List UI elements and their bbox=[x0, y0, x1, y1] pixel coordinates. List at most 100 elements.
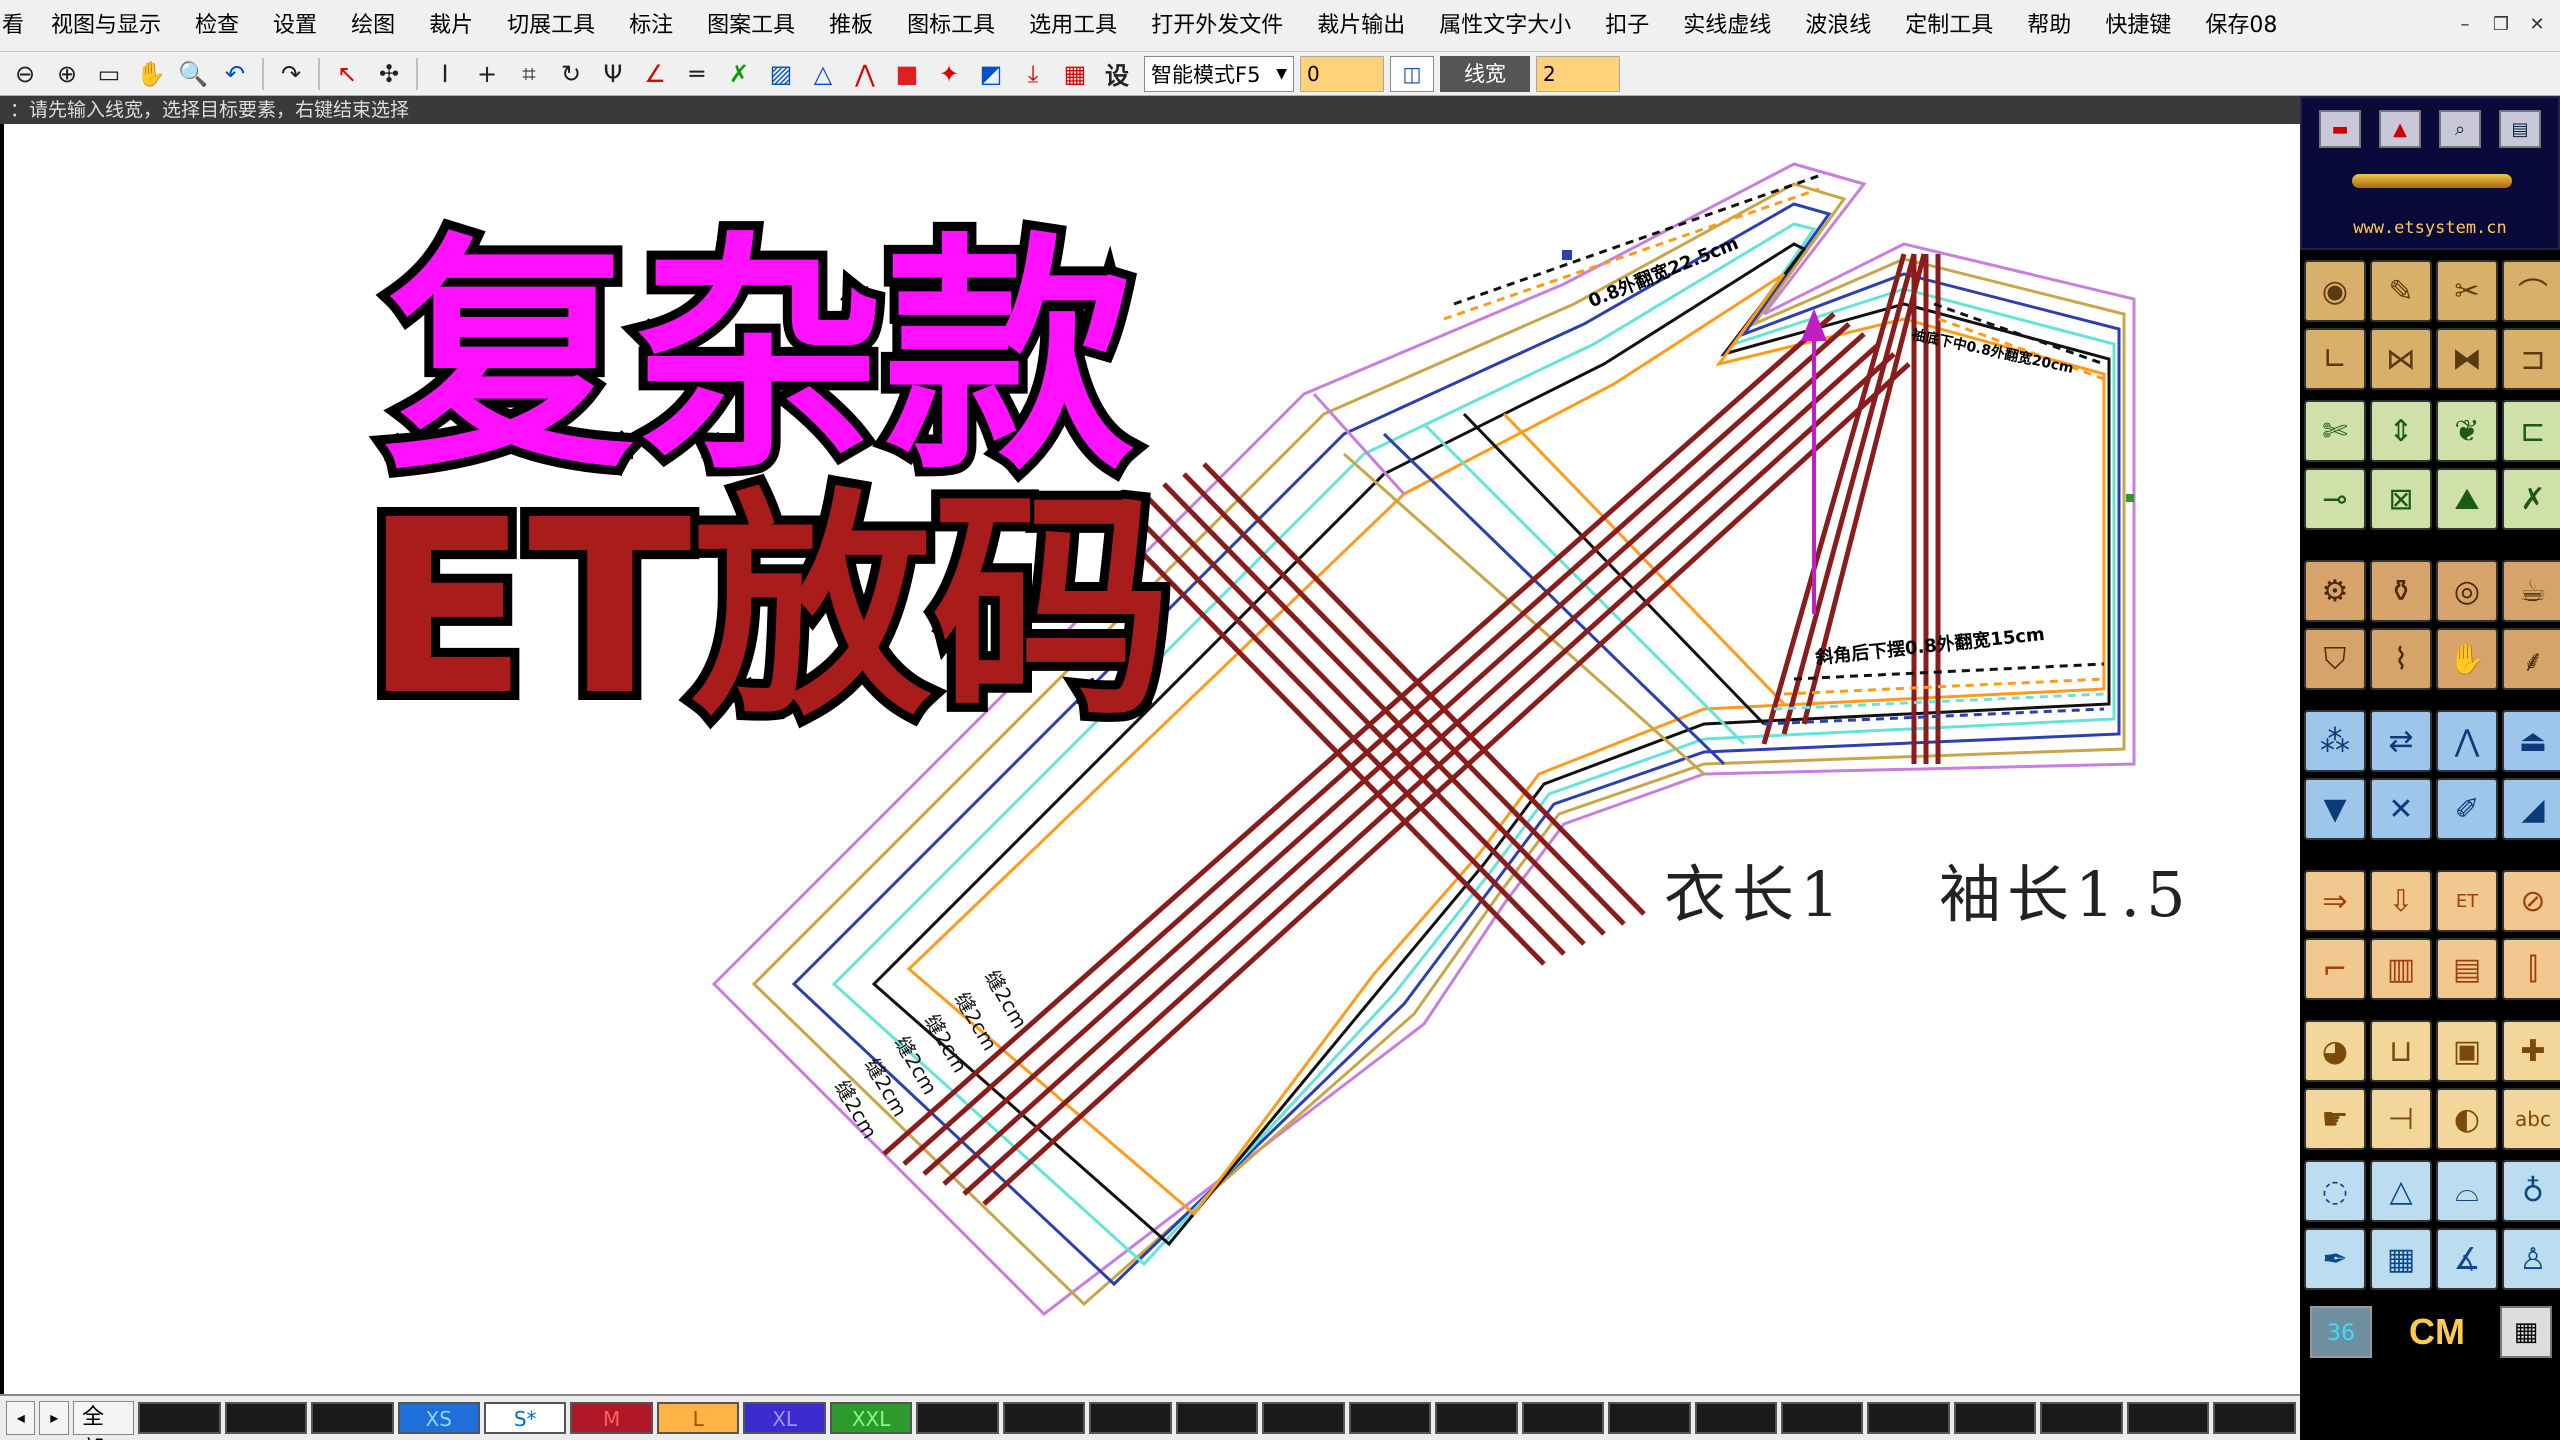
size-slot-empty[interactable] bbox=[2126, 1402, 2210, 1434]
bottle-icon[interactable]: ⚱ bbox=[2370, 560, 2432, 622]
size-value[interactable]: 36 bbox=[2310, 1306, 2372, 1358]
save-disk-icon[interactable]: ▤ bbox=[2499, 110, 2541, 148]
menu-item-slash-spread[interactable]: 切展工具 bbox=[490, 0, 612, 52]
menu-item-pieces[interactable]: 裁片 bbox=[412, 0, 490, 52]
pin-icon[interactable]: ⊸ bbox=[2304, 468, 2366, 530]
download-icon[interactable]: ⇩ bbox=[2370, 870, 2432, 932]
bracket-mark-icon[interactable]: ⊣ bbox=[2370, 1088, 2432, 1150]
bucket-icon[interactable]: ⛉ bbox=[2304, 628, 2366, 690]
size-slot-empty[interactable] bbox=[1608, 1402, 1691, 1434]
scissors-icon[interactable]: ✂ bbox=[2436, 260, 2498, 322]
curve-ruler-icon[interactable]: ⌓ bbox=[2436, 1160, 2498, 1222]
chart-icon[interactable]: ▥ bbox=[2370, 938, 2432, 1000]
menu-item-help[interactable]: 帮助 bbox=[2010, 0, 2088, 52]
plotter-icon[interactable]: ▲ bbox=[2379, 110, 2421, 148]
et-icon[interactable]: ET bbox=[2436, 870, 2498, 932]
parallel-icon[interactable]: ═ bbox=[678, 55, 716, 93]
menu-item-buttons[interactable]: 扣子 bbox=[1588, 0, 1666, 52]
figure-icon[interactable]: ♙ bbox=[2502, 1228, 2560, 1290]
scatter-icon[interactable]: ⁂ bbox=[2304, 710, 2366, 772]
paint-icon[interactable]: ◕ bbox=[2304, 1020, 2366, 1082]
trim-icon[interactable]: ⌗ bbox=[510, 55, 548, 93]
size-chip-m[interactable]: M bbox=[570, 1402, 653, 1434]
delete-edge-icon[interactable]: ✗ bbox=[2502, 468, 2560, 530]
arrows-vertical-icon[interactable]: ⇕ bbox=[2370, 400, 2432, 462]
menu-item-open-external[interactable]: 打开外发文件 bbox=[1134, 0, 1300, 52]
menu-item-icon-tools[interactable]: 图标工具 bbox=[890, 0, 1012, 52]
size-slot-empty[interactable] bbox=[2213, 1402, 2296, 1434]
triangle-ruler-icon[interactable]: △ bbox=[2370, 1160, 2432, 1222]
size-chip-s[interactable]: S* bbox=[483, 1402, 567, 1434]
mirror-icon[interactable]: ◩ bbox=[972, 55, 1010, 93]
mode-select[interactable]: 智能模式F5 ▼ bbox=[1144, 55, 1294, 92]
cut-square-icon[interactable]: ⊠ bbox=[2370, 468, 2432, 530]
pan-hand-icon[interactable]: ✋ bbox=[132, 55, 170, 93]
size-slot-empty[interactable] bbox=[1521, 1402, 1605, 1434]
peaks-icon[interactable]: ⋀ bbox=[2436, 710, 2498, 772]
plus-icon[interactable]: ✚ bbox=[2502, 1020, 2560, 1082]
cross-point-icon[interactable]: + bbox=[468, 55, 506, 93]
size-slot-empty[interactable] bbox=[138, 1402, 221, 1434]
redo-icon[interactable]: ↷ bbox=[272, 55, 310, 93]
feather-icon[interactable]: ⸙ bbox=[2502, 628, 2560, 690]
size-slot-empty[interactable] bbox=[311, 1402, 394, 1434]
align-icon[interactable]: Ι bbox=[426, 55, 464, 93]
hatch-icon[interactable]: ▨ bbox=[762, 55, 800, 93]
dart-fold-icon[interactable]: ⋈ bbox=[2370, 328, 2432, 390]
size-slot-empty[interactable] bbox=[1002, 1402, 1086, 1434]
size-chip-xl[interactable]: XL bbox=[743, 1402, 826, 1434]
line-width-input[interactable]: 2 bbox=[1536, 55, 1620, 92]
spiral-icon[interactable]: ◎ bbox=[2436, 560, 2498, 622]
scroll-left-icon[interactable]: ◂ bbox=[6, 1401, 36, 1435]
color-palette-icon[interactable]: ■ bbox=[888, 55, 926, 93]
corner-icon[interactable]: ◢ bbox=[2502, 778, 2560, 840]
menu-item-line-style[interactable]: 实线虚线 bbox=[1666, 0, 1788, 52]
measure-angle-icon[interactable]: △ bbox=[804, 55, 842, 93]
size-slot-empty[interactable] bbox=[916, 1402, 999, 1434]
value-input[interactable]: 0 bbox=[1300, 55, 1384, 92]
select-cancel-icon[interactable]: ↖ bbox=[328, 55, 366, 93]
menu-item-select-tools[interactable]: 选用工具 bbox=[1012, 0, 1134, 52]
bag-icon[interactable]: ♁ bbox=[2502, 1160, 2560, 1222]
roll-icon[interactable]: ◐ bbox=[2436, 1088, 2498, 1150]
zoom-window-icon[interactable]: 🔍 bbox=[174, 55, 212, 93]
size-slot-empty[interactable] bbox=[1953, 1402, 2037, 1434]
tape-measure-icon[interactable]: ◉ bbox=[2304, 260, 2366, 322]
tape-icon[interactable]: ◌ bbox=[2304, 1160, 2366, 1222]
size-slot-empty[interactable] bbox=[1089, 1402, 1172, 1434]
leaf-icon[interactable]: ❦ bbox=[2436, 400, 2498, 462]
size-chip-xxl[interactable]: XXL bbox=[829, 1402, 913, 1434]
fit-screen-icon[interactable]: ▭ bbox=[90, 55, 128, 93]
size-slot-empty[interactable] bbox=[1781, 1402, 1864, 1434]
menu-item-settings[interactable]: 设置 bbox=[256, 0, 334, 52]
menu-item-piece-output[interactable]: 裁片输出 bbox=[1300, 0, 1422, 52]
pot-icon[interactable]: ☕ bbox=[2502, 560, 2560, 622]
size-slot-empty[interactable] bbox=[2040, 1402, 2123, 1434]
close-icon[interactable]: ✕ bbox=[2522, 14, 2552, 38]
line-style-icon[interactable]: ◫ bbox=[1390, 55, 1434, 92]
text-abc-icon[interactable]: abc bbox=[2502, 1088, 2560, 1150]
size-chip-l[interactable]: L bbox=[656, 1402, 740, 1434]
menu-item-draw[interactable]: 绘图 bbox=[334, 0, 412, 52]
frame-icon[interactable]: ▣ bbox=[2436, 1020, 2498, 1082]
undo-icon[interactable]: ↶ bbox=[216, 55, 254, 93]
size-slot-empty[interactable] bbox=[1867, 1402, 1950, 1434]
snap-point-icon[interactable]: ✦ bbox=[930, 55, 968, 93]
zoom-in-icon[interactable]: ⊕ bbox=[48, 55, 86, 93]
calculator-icon[interactable]: ▦ bbox=[2500, 1306, 2552, 1358]
cross-arrows-icon[interactable]: ✕ bbox=[2370, 778, 2432, 840]
layout-icon[interactable]: ⊘ bbox=[2502, 870, 2560, 932]
unit-toggle[interactable]: CM bbox=[2382, 1306, 2492, 1358]
rotate-icon[interactable]: ↻ bbox=[552, 55, 590, 93]
hand-point-icon[interactable]: ☛ bbox=[2304, 1088, 2366, 1150]
piece-icon[interactable]: ⌐ bbox=[2304, 938, 2366, 1000]
zipper-icon[interactable]: ⧓ bbox=[2436, 328, 2498, 390]
bracket-icon[interactable]: ⊐ bbox=[2502, 328, 2560, 390]
sewing-machine-icon[interactable]: ⚙ bbox=[2304, 560, 2366, 622]
size-slot-empty[interactable] bbox=[1175, 1402, 1259, 1434]
split-icon[interactable]: ⫿ bbox=[2502, 938, 2560, 1000]
scroll-right-icon[interactable]: ▸ bbox=[39, 1401, 69, 1435]
menu-item-check[interactable]: 检查 bbox=[178, 0, 256, 52]
calculator-grid-icon[interactable]: ▦ bbox=[2370, 1228, 2432, 1290]
restore-icon[interactable]: ❐ bbox=[2486, 14, 2516, 38]
